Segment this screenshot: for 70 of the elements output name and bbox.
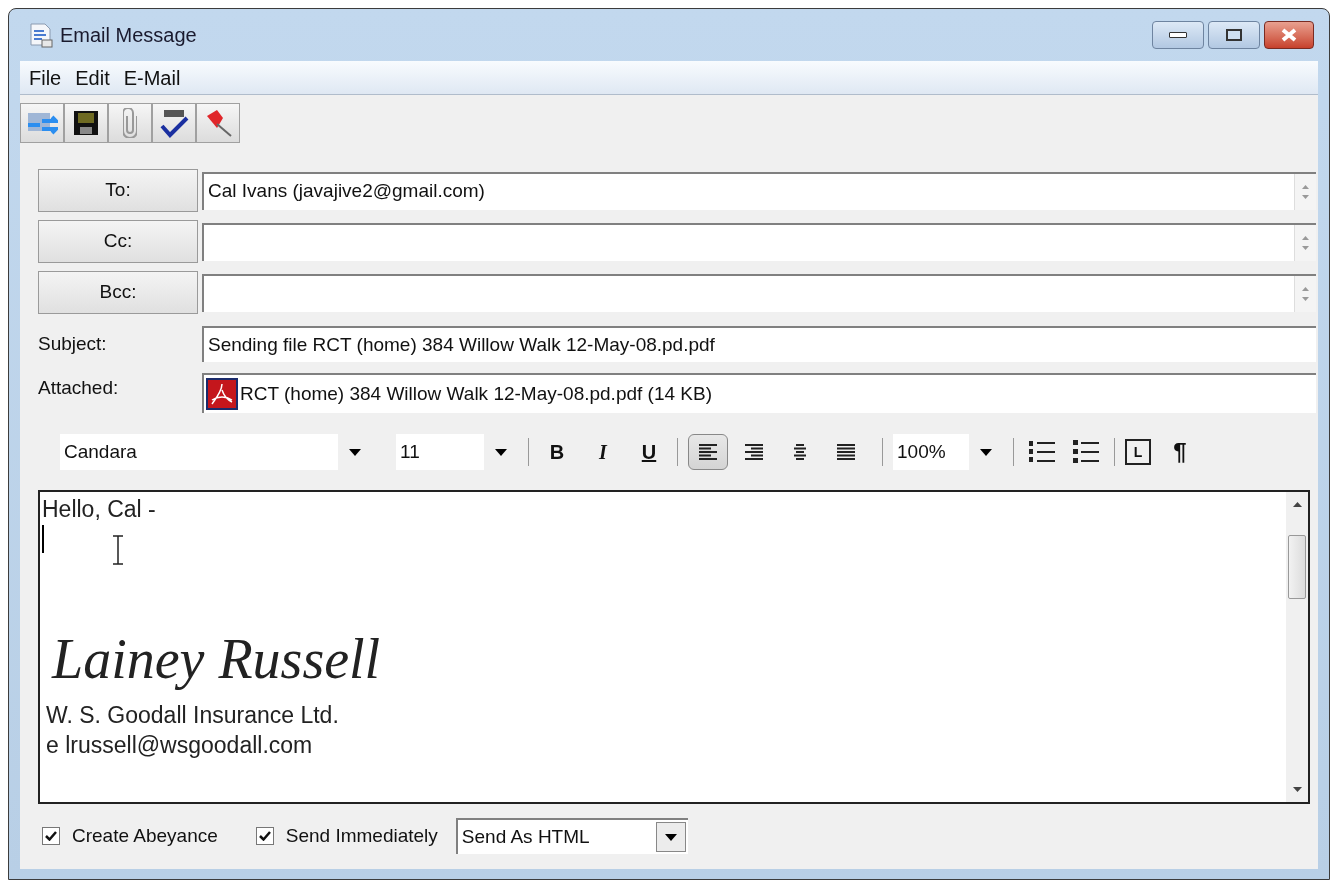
address-button[interactable]: Cc: — [38, 220, 198, 263]
minimize-button[interactable] — [1152, 21, 1204, 49]
spinner-control[interactable] — [1294, 275, 1316, 312]
bold-button[interactable]: B — [539, 434, 575, 470]
signature-line: e lrussell@wsgoodall.com — [45, 731, 314, 760]
message-editor[interactable]: Hello, Cal - Lainey Russell W. S. Goodall Insurance Ltd. e lrussell@wsgoodall.com — [38, 490, 1310, 804]
down-arrow-icon — [1302, 194, 1309, 199]
scroll-down-icon — [1292, 787, 1302, 792]
menu-item[interactable]: Edit — [70, 62, 115, 93]
numbered-list-icon — [1029, 440, 1055, 464]
signature-text: Lainey Russell — [50, 628, 382, 690]
address-button[interactable]: To: — [38, 169, 198, 212]
align-right-icon — [745, 443, 763, 461]
address-button[interactable]: Bcc: — [38, 271, 198, 314]
paperclip-icon — [123, 108, 137, 138]
spinner-control[interactable] — [1294, 224, 1316, 261]
align-center-icon — [791, 443, 809, 461]
checkmark-icon — [159, 108, 189, 138]
dropdown-arrow-icon — [349, 448, 361, 456]
scroll-thumb[interactable] — [1288, 535, 1306, 599]
save-button[interactable] — [64, 103, 108, 143]
close-button[interactable] — [1264, 21, 1314, 49]
checkbox-label: Send Immediately — [285, 823, 438, 848]
address-field[interactable] — [202, 273, 1316, 312]
align-justify-icon — [837, 443, 855, 461]
spell-check-button[interactable] — [152, 103, 196, 143]
maximize-button[interactable] — [1208, 21, 1260, 49]
subject-field[interactable]: Sending file RCT (home) 384 Willow Walk 12-May-08.pd.pdf — [202, 326, 1316, 362]
paragraph-mark-button[interactable]: ¶ — [1165, 434, 1195, 470]
checkbox[interactable] — [42, 827, 60, 845]
underline-button[interactable]: U — [631, 434, 667, 470]
spinner-control[interactable] — [1294, 173, 1316, 210]
dropdown-arrow-icon — [664, 833, 677, 841]
text-cursor — [42, 525, 44, 553]
bullet-list-icon — [1073, 440, 1099, 464]
scroll-up-icon — [1292, 502, 1302, 507]
close-icon — [1280, 28, 1298, 42]
down-arrow-icon — [1302, 245, 1309, 250]
menu-item[interactable]: E-Mail — [118, 62, 186, 93]
dropdown-arrow-icon — [980, 448, 992, 456]
pdf-icon — [206, 378, 238, 410]
greeting-text: Hello, Cal - — [42, 495, 157, 524]
up-arrow-icon — [1302, 235, 1309, 240]
send-format-dropdown[interactable]: Send As HTML — [455, 818, 688, 854]
table-button[interactable]: L — [1125, 439, 1151, 465]
pin-button[interactable] — [196, 103, 240, 143]
i-beam-cursor-icon — [112, 535, 124, 565]
zoom-dropdown[interactable]: 100% — [893, 434, 1003, 470]
checkbox-label: Create Abeyance — [72, 823, 218, 848]
down-arrow-icon — [1302, 296, 1309, 301]
address-field[interactable] — [202, 222, 1316, 261]
up-arrow-icon — [1302, 286, 1309, 291]
align-left-icon — [699, 443, 717, 461]
address-field[interactable]: Cal Ivans (javajive2@gmail.com) — [202, 171, 1316, 210]
menu-item[interactable]: File — [24, 62, 67, 93]
dropdown-arrow-icon — [495, 448, 507, 456]
size-dropdown[interactable]: 11 — [396, 434, 518, 470]
font-dropdown[interactable]: Candara — [60, 434, 372, 470]
field-label: Attached: — [38, 376, 120, 400]
attachment-name: RCT (home) 384 Willow Walk 12-May-08.pd.pdf (14 KB) — [240, 381, 712, 406]
signature-line: W. S. Goodall Insurance Ltd. — [45, 701, 340, 730]
align-button[interactable] — [688, 434, 728, 470]
document-icon — [28, 22, 54, 48]
italic-button[interactable]: I — [585, 434, 621, 470]
window-title: Email Message — [60, 23, 197, 48]
field-label: Subject: — [38, 331, 108, 356]
checkbox[interactable] — [255, 827, 274, 845]
up-arrow-icon — [1302, 184, 1309, 189]
vertical-scrollbar[interactable] — [1286, 492, 1308, 802]
attachment-field[interactable]: RCT (home) 384 Willow Walk 12-May-08.pd.pdf (14 KB) — [202, 373, 1316, 413]
